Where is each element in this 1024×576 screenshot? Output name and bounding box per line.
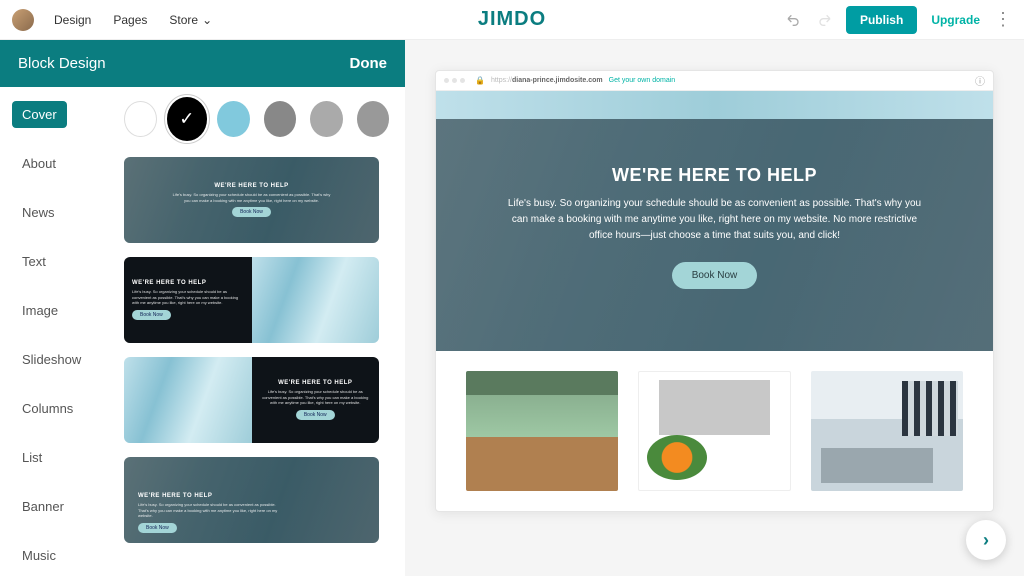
- tab-columns[interactable]: Columns: [12, 395, 108, 422]
- tab-slideshow[interactable]: Slideshow: [12, 346, 108, 373]
- logo: JIMDO: [478, 8, 546, 31]
- hero-block[interactable]: WE'RE HERE TO HELP Life's busy. So organ…: [436, 91, 993, 351]
- publish-button[interactable]: Publish: [846, 6, 917, 34]
- get-domain-link[interactable]: Get your own domain: [609, 77, 676, 84]
- gallery-image-3[interactable]: [811, 371, 963, 491]
- color-darkgray[interactable]: [264, 101, 297, 137]
- gallery-image-2[interactable]: [638, 371, 792, 491]
- tab-music[interactable]: Music: [12, 542, 108, 569]
- upgrade-link[interactable]: Upgrade: [931, 13, 980, 27]
- layout-left-text[interactable]: WE'RE HERE TO HELP Life's busy. So organ…: [124, 257, 379, 343]
- next-fab[interactable]: ›: [966, 520, 1006, 560]
- color-white[interactable]: [124, 101, 157, 137]
- color-palette: ✓: [124, 101, 389, 137]
- tab-list[interactable]: List: [12, 444, 108, 471]
- nav-design[interactable]: Design: [54, 13, 91, 27]
- gallery-image-1[interactable]: [466, 371, 618, 491]
- undo-icon[interactable]: [786, 12, 802, 28]
- nav-store[interactable]: Store ⌄: [169, 13, 212, 27]
- tab-image[interactable]: Image: [12, 297, 108, 324]
- browser-dots: [444, 78, 465, 83]
- layout-bottom-left[interactable]: WE'RE HERE TO HELP Life's busy. So organ…: [124, 457, 379, 543]
- layout-full-center[interactable]: WE'RE HERE TO HELP Life's busy. So organ…: [124, 157, 379, 243]
- book-now-button[interactable]: Book Now: [672, 262, 758, 289]
- hero-title: WE'RE HERE TO HELP: [612, 165, 817, 186]
- block-tabs: Cover About News Text Image Slideshow Co…: [0, 87, 108, 576]
- tab-about[interactable]: About: [12, 150, 108, 177]
- redo-icon[interactable]: [816, 12, 832, 28]
- color-midgray[interactable]: [357, 101, 390, 137]
- preview-pane: 🔒 https://diana-prince.jimdosite.com Get…: [405, 40, 1024, 576]
- tab-banner[interactable]: Banner: [12, 493, 108, 520]
- tab-text[interactable]: Text: [12, 248, 108, 275]
- more-icon[interactable]: ⋮: [994, 9, 1012, 30]
- chevron-down-icon: ⌄: [202, 13, 212, 27]
- check-icon: ✓: [179, 109, 194, 130]
- layout-right-text[interactable]: WE'RE HERE TO HELP Life's busy. So organ…: [124, 357, 379, 443]
- color-blue[interactable]: [217, 101, 250, 137]
- color-black-selected[interactable]: ✓: [171, 101, 204, 137]
- tab-news[interactable]: News: [12, 199, 108, 226]
- user-avatar[interactable]: [12, 9, 34, 31]
- block-design-sidebar: Block Design Done Cover About News Text …: [0, 40, 405, 576]
- chevron-right-icon: ›: [983, 530, 989, 551]
- tab-cover[interactable]: Cover: [12, 101, 67, 128]
- lock-icon: 🔒: [475, 76, 485, 85]
- color-lightgray[interactable]: [310, 101, 343, 137]
- browser-frame: 🔒 https://diana-prince.jimdosite.com Get…: [435, 70, 994, 512]
- gallery-row: [436, 351, 993, 511]
- nav-pages[interactable]: Pages: [113, 13, 147, 27]
- panel-title: Block Design: [18, 55, 106, 72]
- done-button[interactable]: Done: [350, 55, 388, 72]
- info-icon[interactable]: ⓘ: [975, 73, 985, 88]
- hero-text: Life's busy. So organizing your schedule…: [505, 196, 925, 244]
